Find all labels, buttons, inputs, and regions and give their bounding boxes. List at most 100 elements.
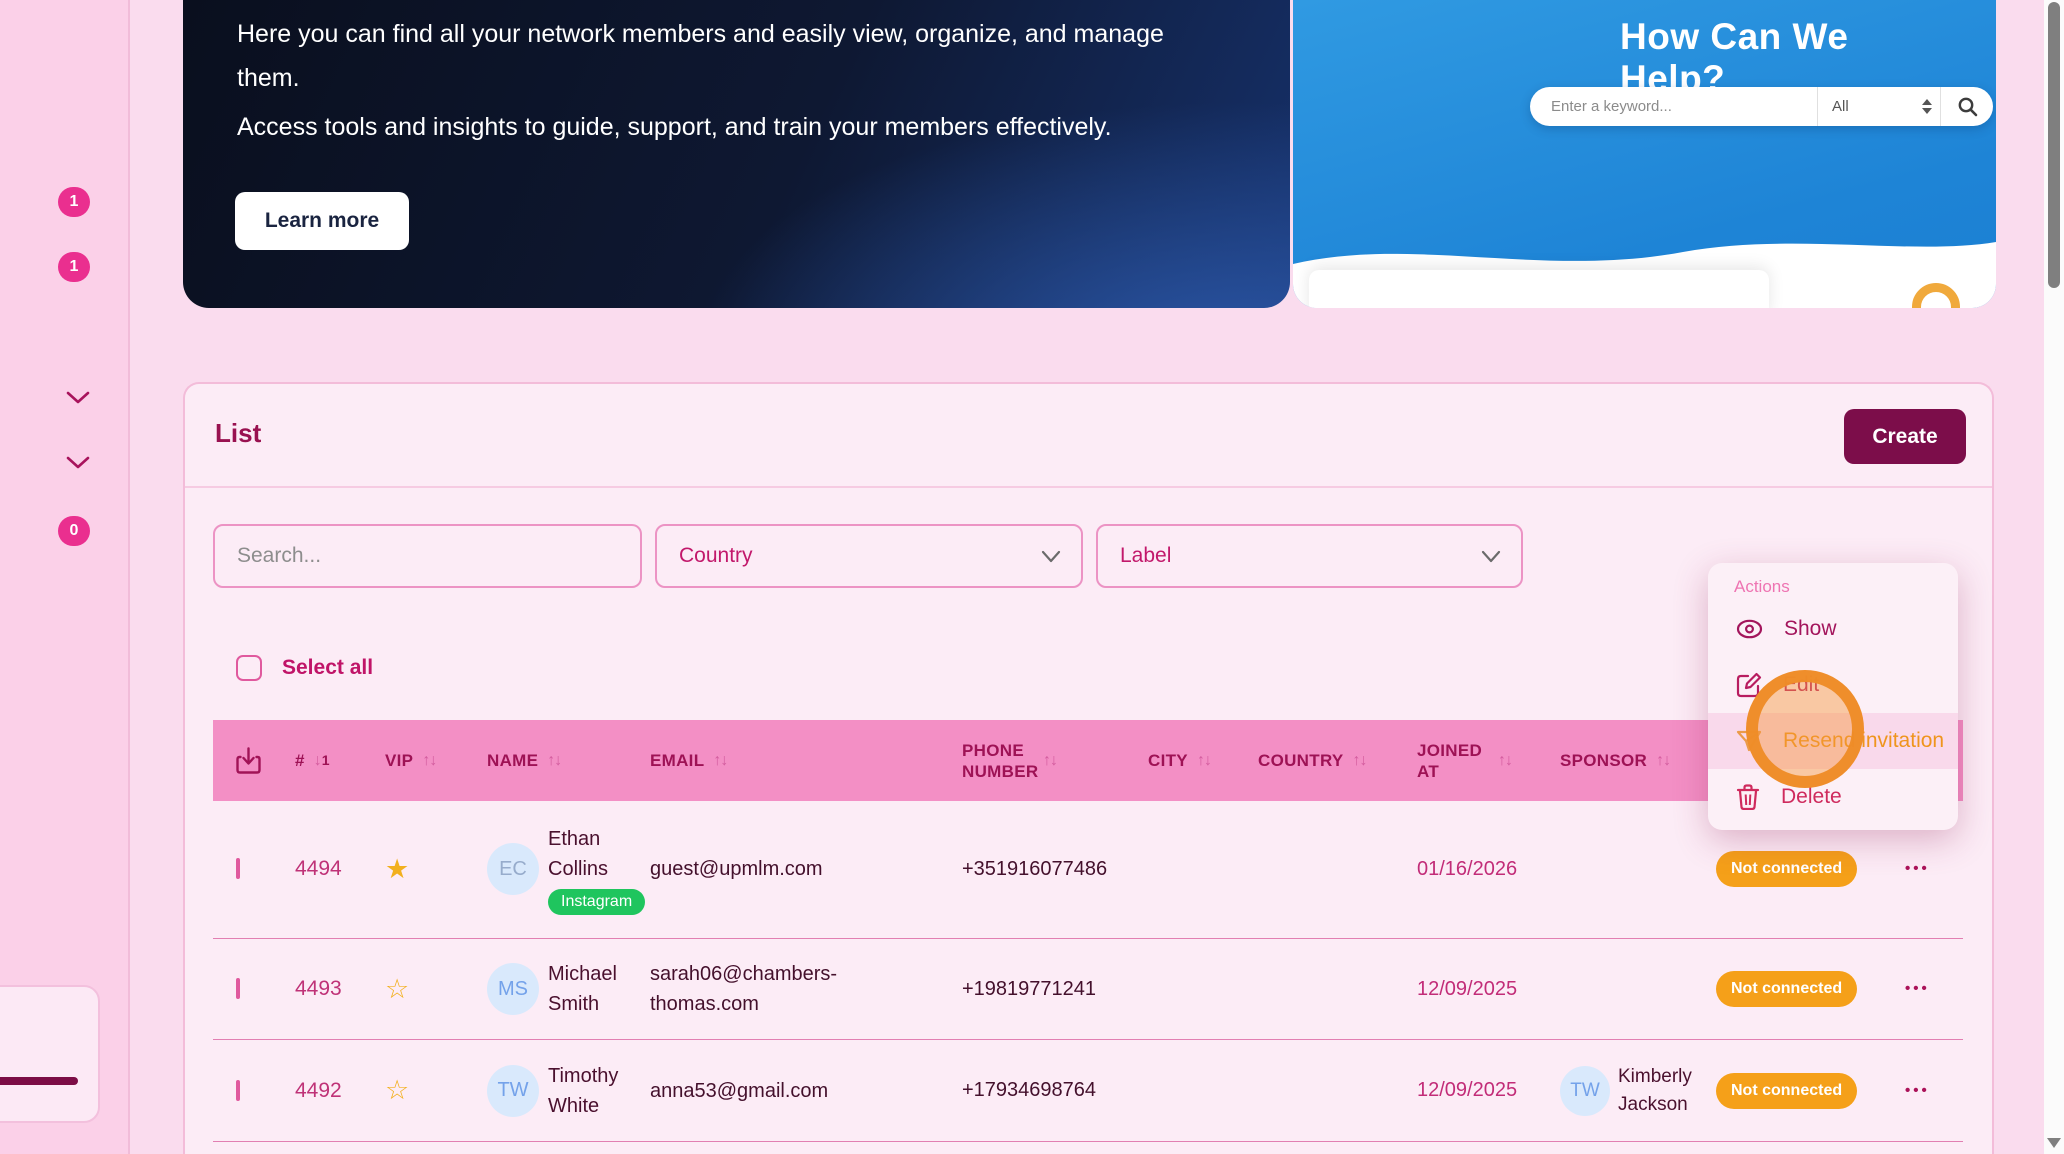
avatar: TW — [487, 1065, 539, 1117]
banner-line1: Here you can find all your network membe… — [237, 12, 1227, 100]
avatar: MS — [487, 963, 539, 1015]
vip-star-filled-icon[interactable]: ★ — [385, 854, 409, 884]
learn-more-button[interactable]: Learn more — [235, 192, 409, 250]
page-title: List — [215, 418, 261, 449]
row-divider — [213, 1141, 1963, 1142]
trash-icon — [1736, 784, 1760, 810]
notification-badge[interactable]: 0 — [58, 516, 90, 546]
table-header: # ↓1 VIP ↑↓ NAME ↑↓ EMAIL ↑↓ PHONE NUMBE… — [213, 720, 1963, 801]
row-more-icon[interactable]: ••• — [1905, 980, 1930, 997]
menu-item-show[interactable]: Show — [1708, 601, 1958, 657]
help-search-bar[interactable]: Enter a keyword... All — [1530, 87, 1993, 126]
status-badge: Not connected — [1716, 851, 1857, 887]
sort-icon[interactable]: ↑↓ — [1353, 752, 1367, 770]
sort-icon[interactable]: ↑↓ — [1498, 752, 1512, 770]
row-checkbox[interactable] — [236, 1080, 240, 1101]
vip-star-outline-icon[interactable]: ☆ — [385, 974, 409, 1004]
country-filter-select[interactable]: Country — [655, 524, 1083, 588]
column-header-phone[interactable]: PHONE NUMBER ↑↓ — [945, 740, 1140, 782]
table-row[interactable]: 4494 ★ EC Ethan Collins Instagram guest@… — [213, 800, 1963, 938]
sort-icon[interactable]: ↑↓ — [713, 752, 727, 770]
row-more-icon[interactable]: ••• — [1905, 1082, 1930, 1099]
select-all-label: Select all — [282, 656, 373, 680]
column-header-city[interactable]: CITY ↑↓ — [1140, 750, 1240, 771]
column-header-country[interactable]: COUNTRY ↑↓ — [1240, 750, 1400, 771]
banner-line2: Access tools and insights to guide, supp… — [237, 105, 1227, 149]
page-scrollbar[interactable] — [2044, 0, 2064, 1154]
search-icon[interactable] — [1941, 96, 1993, 117]
search-filter[interactable] — [213, 524, 642, 588]
column-header-sponsor[interactable]: SPONSOR ↑↓ — [1550, 750, 1710, 771]
sidebar-widget-card[interactable] — [0, 985, 100, 1123]
column-header-name[interactable]: NAME ↑↓ — [465, 750, 645, 771]
joined-at: 12/09/2025 — [1400, 1079, 1550, 1102]
label-filter-select[interactable]: Label — [1096, 524, 1523, 588]
member-id[interactable]: 4492 — [285, 1079, 375, 1103]
promo-banner-text: Here you can find all your network membe… — [237, 12, 1227, 149]
column-header-email[interactable]: EMAIL ↑↓ — [645, 750, 945, 771]
member-cell[interactable]: EC Ethan Collins Instagram — [465, 824, 645, 915]
actions-menu-title: Actions — [1708, 577, 1958, 597]
table-row[interactable]: 4493 ☆ MS Michael Smith sarah06@chambers… — [213, 939, 1963, 1039]
sponsor-name: Kimberly Jackson — [1618, 1063, 1710, 1119]
column-header-id[interactable]: # ↓1 — [285, 750, 375, 771]
row-checkbox[interactable] — [236, 978, 240, 999]
sponsor-avatar: TW — [1560, 1066, 1610, 1116]
notification-badge[interactable]: 1 — [58, 252, 90, 282]
scrollbar-thumb[interactable] — [2048, 2, 2060, 288]
member-id[interactable]: 4493 — [285, 977, 375, 1001]
row-checkbox[interactable] — [236, 858, 240, 879]
select-all-checkbox[interactable] — [236, 655, 262, 681]
member-email: anna53@gmail.com — [645, 1076, 845, 1106]
member-email: guest@upmlm.com — [645, 854, 845, 884]
member-cell[interactable]: TW Timothy White — [465, 1061, 645, 1121]
avatar: EC — [487, 843, 539, 895]
joined-at: 01/16/2026 — [1400, 858, 1550, 881]
row-more-icon[interactable]: ••• — [1905, 860, 1930, 877]
help-search-placeholder[interactable]: Enter a keyword... — [1530, 98, 1817, 115]
vip-star-outline-icon[interactable]: ☆ — [385, 1075, 409, 1105]
channel-badge: Instagram — [548, 889, 645, 915]
chevron-down-icon — [1481, 550, 1501, 563]
member-id[interactable]: 4494 — [285, 857, 375, 881]
help-category-select[interactable]: All — [1818, 98, 1914, 115]
status-badge: Not connected — [1716, 971, 1857, 1007]
progress-bar — [0, 1077, 78, 1085]
sort-icon[interactable]: ↑↓ — [1043, 752, 1057, 770]
sort-icon[interactable]: ↓1 — [314, 752, 330, 770]
sort-icon[interactable]: ↑↓ — [1656, 752, 1670, 770]
table-row[interactable]: 4492 ☆ TW Timothy White anna53@gmail.com… — [213, 1040, 1963, 1141]
member-name: Ethan Collins — [548, 824, 645, 884]
eye-icon — [1736, 619, 1763, 639]
chevron-down-icon[interactable] — [64, 454, 92, 472]
highlight-circle-annotation — [1746, 670, 1864, 788]
scrollbar-down-arrow-icon[interactable] — [2047, 1138, 2061, 1148]
status-badge: Not connected — [1716, 1073, 1857, 1109]
notification-badge[interactable]: 1 — [58, 187, 90, 217]
label-filter-label: Label — [1098, 544, 1481, 568]
select-all-row: Select all — [236, 655, 373, 681]
member-phone: +17934698764 — [945, 1079, 1140, 1102]
divider — [185, 486, 1992, 488]
chevron-down-icon[interactable] — [64, 389, 92, 407]
country-filter-label: Country — [657, 544, 1041, 568]
member-phone: +351916077486 — [945, 858, 1140, 881]
help-center-panel: How Can We Help? Enter a keyword... All — [1293, 0, 1996, 308]
create-button[interactable]: Create — [1844, 409, 1966, 464]
column-header-vip[interactable]: VIP ↑↓ — [375, 750, 465, 771]
sort-icon[interactable]: ↑↓ — [547, 752, 561, 770]
sponsor-cell[interactable]: TW Kimberly Jackson — [1550, 1063, 1710, 1119]
search-input[interactable] — [215, 544, 640, 568]
member-name: Michael Smith — [548, 959, 645, 1019]
column-header-joined-at[interactable]: JOINED AT ↑↓ — [1400, 740, 1550, 782]
select-stepper-icon[interactable] — [1914, 99, 1940, 114]
member-cell[interactable]: MS Michael Smith — [465, 959, 645, 1019]
sort-icon[interactable]: ↑↓ — [422, 752, 436, 770]
export-icon[interactable] — [236, 747, 261, 774]
member-phone: +19819771241 — [945, 978, 1140, 1001]
joined-at: 12/09/2025 — [1400, 978, 1550, 1001]
member-email: sarah06@chambers-thomas.com — [645, 959, 845, 1019]
help-article-card[interactable] — [1309, 270, 1769, 308]
export-column-header[interactable] — [213, 747, 285, 774]
sort-icon[interactable]: ↑↓ — [1197, 752, 1211, 770]
